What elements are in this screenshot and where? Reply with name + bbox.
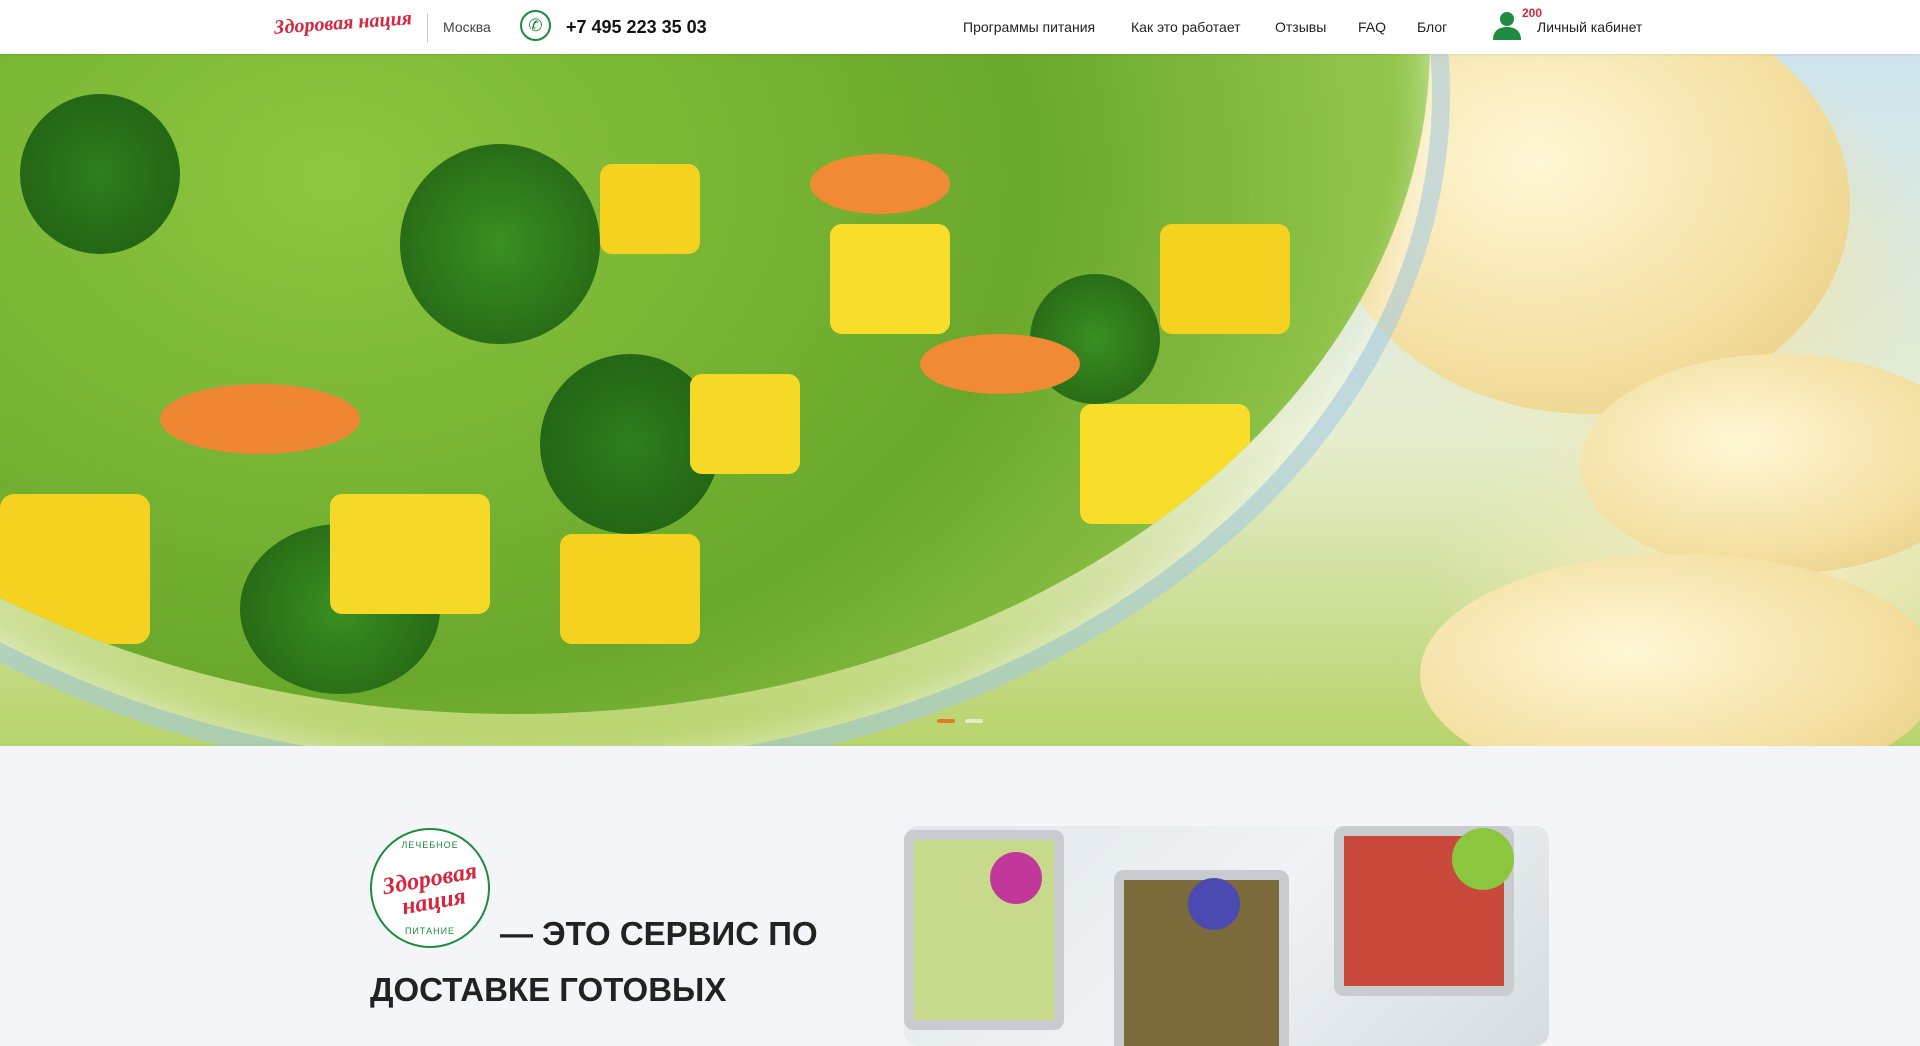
slider-dot[interactable] <box>937 719 955 723</box>
nav-blog[interactable]: Блог <box>1417 19 1447 35</box>
phone-icon[interactable]: ✆ <box>520 10 551 41</box>
headline-line: — это сервис по <box>500 915 818 952</box>
about-section: ЛЕЧЕБНОЕ Здоровая нация ПИТАНИЕ — это се… <box>0 746 1920 1046</box>
stamp-top-text: ЛЕЧЕБНОЕ <box>401 840 459 850</box>
about-headline: — это сервис по доставке готовых <box>370 906 840 1018</box>
phone-number[interactable]: +7 495 223 35 03 <box>566 17 707 38</box>
site-header: Здоровая нация Москва ✆ +7 495 223 35 03… <box>0 0 1920 54</box>
slider-dots[interactable] <box>937 719 983 723</box>
headline-line: доставке готовых <box>370 971 727 1008</box>
meal-tray <box>904 830 1064 1030</box>
city-selector[interactable]: Москва <box>443 19 491 35</box>
account-link[interactable]: Личный кабинет <box>1537 19 1642 35</box>
bonus-badge: 200 <box>1522 6 1543 20</box>
meal-trays-photo <box>904 826 1549 1046</box>
hero-slider[interactable] <box>0 54 1920 746</box>
nav-programs[interactable]: Программы питания <box>963 19 1095 35</box>
header-divider <box>427 13 428 43</box>
meal-sticker <box>1188 878 1240 930</box>
nav-how-it-works[interactable]: Как это работает <box>1131 19 1241 35</box>
nav-reviews[interactable]: Отзывы <box>1275 19 1326 35</box>
user-icon[interactable] <box>1491 9 1523 41</box>
meal-sticker <box>1452 828 1514 890</box>
meal-sticker <box>990 852 1042 904</box>
site-logo[interactable]: Здоровая нация <box>273 7 412 40</box>
nav-faq[interactable]: FAQ <box>1358 19 1386 35</box>
slider-dot[interactable] <box>965 719 983 723</box>
